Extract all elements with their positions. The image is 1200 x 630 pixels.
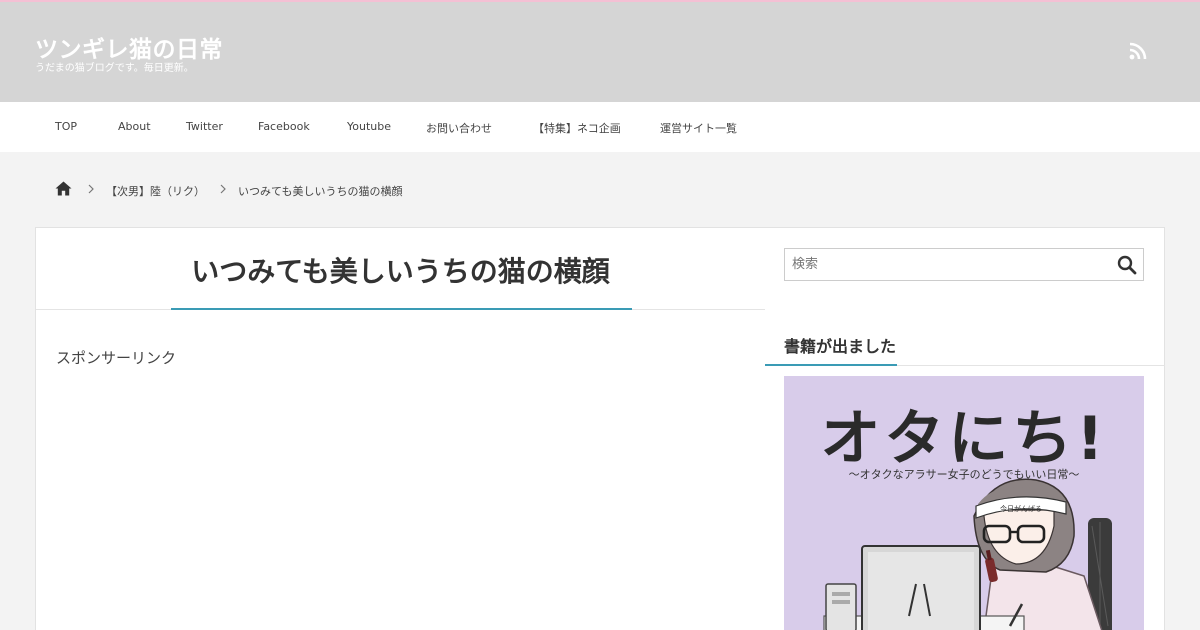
nav-item-youtube[interactable]: Youtube [347, 120, 391, 133]
nav-item-facebook[interactable]: Facebook [258, 120, 310, 133]
breadcrumb-category[interactable]: 【次男】陸（リク） [106, 183, 205, 199]
chevron-right-icon [220, 184, 226, 194]
search-box [784, 248, 1144, 281]
search-input[interactable] [785, 249, 1105, 280]
article: いつみても美しいうちの猫の横顔 スポンサーリンク [35, 227, 766, 630]
widget-title-underline [765, 364, 897, 366]
breadcrumb-current: いつみても美しいうちの猫の横顔 [238, 185, 403, 198]
nav-item-twitter[interactable]: Twitter [186, 120, 223, 133]
main-nav: TOP About Twitter Facebook Youtube お問い合わ… [0, 102, 1200, 152]
nav-item-about[interactable]: About [118, 120, 151, 133]
page-title: いつみても美しいうちの猫の横顔 [191, 255, 610, 288]
nav-item-sites[interactable]: 運営サイト一覧 [660, 120, 737, 136]
book-title: オタにち! [820, 404, 1108, 474]
search-icon[interactable] [1117, 255, 1137, 275]
breadcrumb: 【次男】陸（リク） いつみても美しいうちの猫の横顔 [0, 176, 1200, 204]
sidebar: 書籍が出ました オタにち! 〜オタクなアラサー女子のどうでもいい日常〜 今日がん… [765, 227, 1165, 630]
book-illustration: 今日がんばる [823, 478, 1112, 630]
rss-icon[interactable] [1129, 42, 1147, 60]
nav-item-contact[interactable]: お問い合わせ [426, 120, 492, 136]
home-icon[interactable] [55, 181, 72, 196]
widget-title: 書籍が出ました [784, 337, 897, 356]
site-header: ツンギレ猫の日常 うだまの猫ブログです。毎日更新。 [0, 2, 1200, 102]
headband-text: 今日がんばる [1000, 504, 1042, 513]
site-description: うだまの猫ブログです。毎日更新。 [35, 63, 194, 74]
post-header: いつみても美しいうちの猫の横顔 [36, 228, 765, 310]
chevron-right-icon [88, 184, 94, 194]
book-cover-image[interactable]: オタにち! 〜オタクなアラサー女子のどうでもいい日常〜 今日がんばる [784, 376, 1144, 630]
sponsor-label: スポンサーリンク [56, 349, 177, 367]
title-underline [171, 308, 632, 310]
nav-item-feature[interactable]: 【特集】ネコ企画 [533, 120, 621, 136]
nav-item-top[interactable]: TOP [55, 120, 77, 133]
